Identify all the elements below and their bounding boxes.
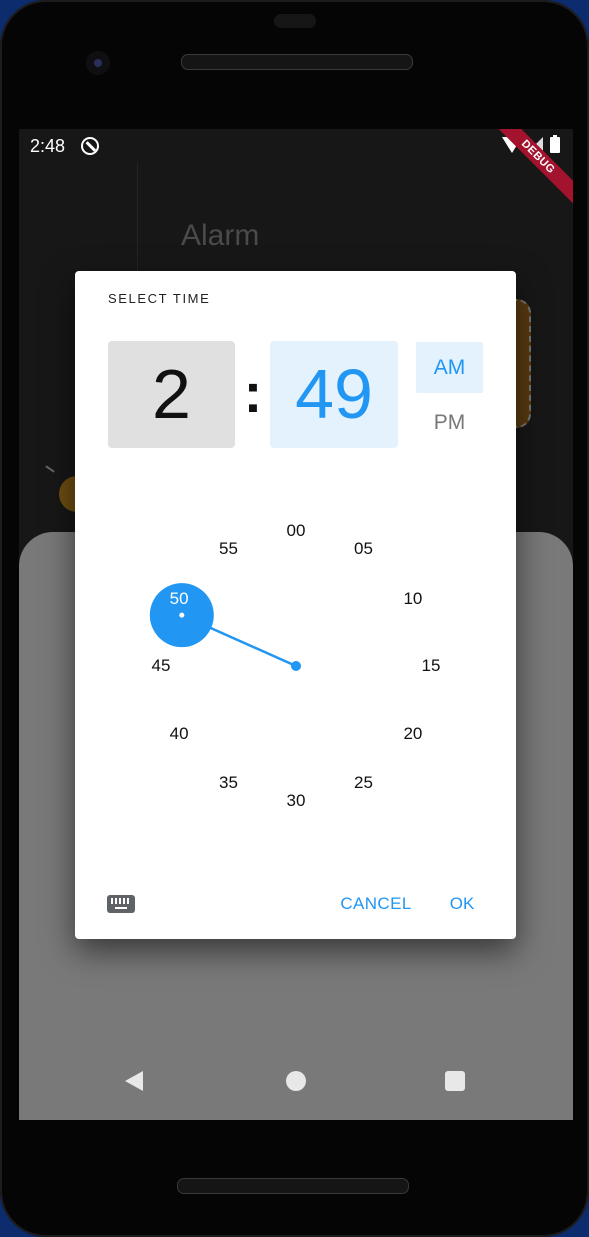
top-speaker (181, 54, 413, 70)
time-separator: : (243, 361, 263, 424)
clock-selector-dot (179, 612, 185, 618)
screen: 2:48 DEBUG Alarm SELECT TIME 2 : 49 AM P… (19, 129, 573, 1120)
do-not-disturb-icon (81, 137, 99, 155)
minute-selector[interactable]: 49 (270, 341, 398, 448)
clock-tick-35[interactable]: 35 (209, 773, 249, 793)
am-button[interactable]: AM (416, 342, 483, 393)
clock-tick-30[interactable]: 30 (276, 791, 316, 811)
clock-tick-25[interactable]: 25 (344, 773, 384, 793)
back-triangle-icon[interactable] (125, 1071, 143, 1091)
clock-tick-45[interactable]: 45 (141, 656, 181, 676)
home-circle-icon[interactable] (286, 1071, 306, 1091)
clock-tick-55[interactable]: 55 (209, 539, 249, 559)
status-time: 2:48 (30, 136, 66, 156)
clock-dial[interactable]: 00 05 10 15 20 25 30 35 40 45 50 55 (108, 478, 484, 854)
clock-center-dot (291, 661, 301, 671)
keyboard-icon[interactable] (107, 895, 135, 913)
ok-button[interactable]: OK (439, 889, 485, 919)
front-camera (86, 51, 110, 75)
clock-tick-10[interactable]: 10 (393, 589, 433, 609)
phone-frame: 2:48 DEBUG Alarm SELECT TIME 2 : 49 AM P… (0, 0, 589, 1237)
time-picker-dialog: SELECT TIME 2 : 49 AM PM 00 05 10 15 20 25 30 3… (75, 271, 516, 939)
battery-icon (550, 135, 560, 153)
background-title: Alarm (181, 219, 260, 252)
clock-tick-15[interactable]: 15 (411, 656, 451, 676)
background-divider (137, 163, 138, 283)
clock-tick-00[interactable]: 00 (276, 521, 316, 541)
clock-tick-50[interactable]: 50 (159, 589, 199, 609)
clock-tick-20[interactable]: 20 (393, 724, 433, 744)
earpiece (274, 14, 316, 28)
status-bar: 2:48 (19, 129, 573, 163)
dialog-title: SELECT TIME (108, 291, 211, 306)
hour-selector[interactable]: 2 (108, 341, 235, 448)
recents-square-icon[interactable] (445, 1071, 465, 1091)
bottom-speaker (177, 1178, 409, 1194)
clock-tick-40[interactable]: 40 (159, 724, 199, 744)
clock-tick-05[interactable]: 05 (344, 539, 384, 559)
pm-button[interactable]: PM (416, 397, 483, 448)
cancel-button[interactable]: CANCEL (321, 889, 431, 919)
